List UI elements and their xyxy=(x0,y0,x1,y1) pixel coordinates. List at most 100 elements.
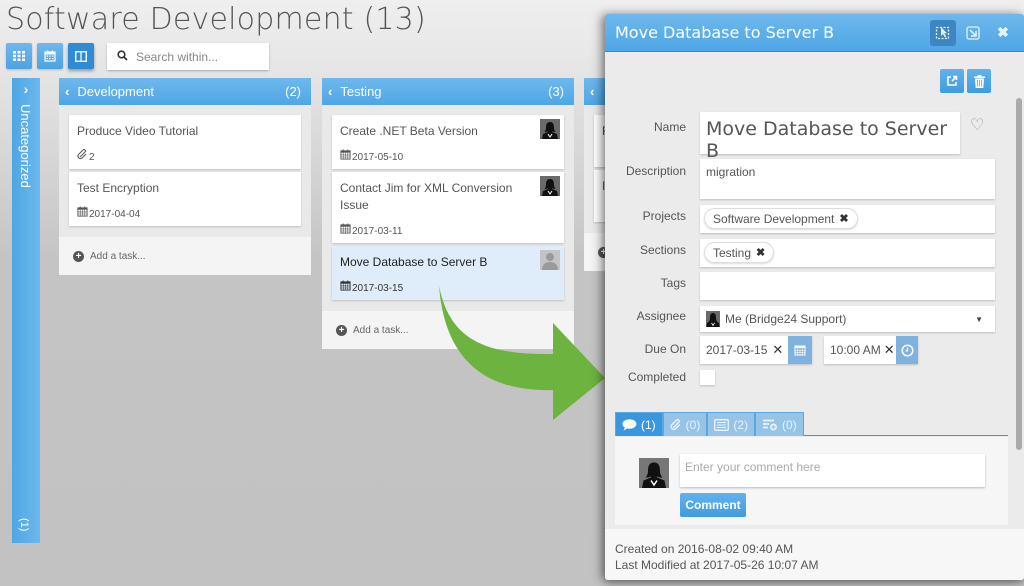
panel-header: Move Database to Server B ✖ xyxy=(605,14,1024,52)
column-title: Development xyxy=(77,84,154,99)
search-icon xyxy=(117,49,128,64)
task-card[interactable]: Contact Jim for XML Conversion Issue 201… xyxy=(332,172,564,243)
collapse-chevron-icon[interactable]: ‹ xyxy=(590,84,594,99)
search-box[interactable] xyxy=(107,43,269,70)
calendar-icon xyxy=(77,206,88,220)
task-card[interactable]: Create .NET Beta Version 2017-05-10 xyxy=(332,115,564,169)
commenter-avatar xyxy=(639,458,669,488)
section-chip: Testing ✖ xyxy=(704,242,775,263)
completed-checkbox[interactable] xyxy=(700,370,715,385)
detail-tabs: (1) (0) (2) (0) xyxy=(615,412,1008,436)
task-card[interactable]: Test Encryption 2017-04-04 xyxy=(69,172,301,226)
collapse-chevron-icon[interactable]: ‹ xyxy=(65,84,69,99)
due-date: 2017-03-11 xyxy=(352,226,403,237)
tab-count: (1) xyxy=(641,417,656,432)
tab-count: (0) xyxy=(685,417,701,432)
uncategorized-column[interactable]: › Uncategorized (1) xyxy=(12,78,40,543)
task-card[interactable]: Produce Video Tutorial 2 xyxy=(69,115,301,169)
column-body: Produce Video Tutorial 2 Test Encryption… xyxy=(59,105,311,237)
clear-date-icon[interactable]: ✕ xyxy=(772,342,783,358)
open-external-button[interactable] xyxy=(940,69,964,93)
projects-input[interactable]: Software Development ✖ xyxy=(700,205,995,233)
task-detail-panel: Move Database to Server B ✖ Name Move Da… xyxy=(605,14,1024,580)
dropdown-caret-icon: ▼ xyxy=(975,315,983,324)
plus-circle-icon: + xyxy=(336,324,347,336)
due-on-label: Due On xyxy=(644,342,686,356)
sections-label: Sections xyxy=(639,243,686,257)
close-button[interactable]: ✖ xyxy=(990,20,1016,46)
task-title: Create .NET Beta Version xyxy=(340,124,478,138)
add-task-label: Add a task... xyxy=(353,324,409,336)
favorite-heart-icon[interactable]: ♡ xyxy=(970,115,984,135)
description-input[interactable]: migration xyxy=(700,159,995,199)
clock-icon xyxy=(900,343,914,357)
search-input[interactable] xyxy=(136,49,261,64)
user-avatar xyxy=(540,176,560,196)
add-task-label: Add a task... xyxy=(90,250,146,262)
popout-button[interactable] xyxy=(960,20,986,46)
comment-input[interactable] xyxy=(680,454,985,487)
select-cursor-icon xyxy=(935,26,950,39)
calendar-icon xyxy=(794,345,806,356)
name-input[interactable]: Move Database to Server B xyxy=(700,112,960,162)
tags-input[interactable] xyxy=(700,272,995,300)
date-picker-button[interactable] xyxy=(788,336,812,364)
panel-footer: Created on 2016-08-02 09:40 AM Last Modi… xyxy=(605,529,1024,580)
chip-label: Testing xyxy=(713,245,752,260)
panel-title: Move Database to Server B xyxy=(615,23,835,42)
due-date: 2017-04-04 xyxy=(89,209,141,220)
sections-input[interactable]: Testing ✖ xyxy=(700,239,995,267)
task-title: Test Encryption xyxy=(77,181,160,195)
due-date-input[interactable]: 2017-03-15 ✕ xyxy=(700,336,812,364)
close-icon: ✖ xyxy=(997,24,1009,40)
tab-notes[interactable]: (2) xyxy=(707,412,756,436)
comment-button[interactable]: Comment xyxy=(680,493,746,517)
task-title: Contact Jim for XML Conversion Issue xyxy=(340,181,513,212)
time-picker-button[interactable] xyxy=(896,336,918,364)
grid-view-button[interactable] xyxy=(6,43,32,69)
tab-comments[interactable]: (1) xyxy=(615,412,663,436)
calendar-view-button[interactable] xyxy=(37,43,63,69)
page-title: Software Development (13) xyxy=(6,2,426,37)
assignee-label: Assignee xyxy=(636,309,686,323)
due-date-value: 2017-03-15 xyxy=(706,343,768,357)
tab-count: (0) xyxy=(782,417,797,432)
external-window-icon xyxy=(966,25,980,40)
due-date: 2017-03-15 xyxy=(352,283,404,294)
column-title: Testing xyxy=(340,84,382,99)
due-date: 2017-05-10 xyxy=(352,152,404,163)
tags-label: Tags xyxy=(660,276,686,290)
expand-chevron-icon[interactable]: › xyxy=(12,81,40,97)
board-view-button[interactable] xyxy=(68,43,94,69)
subtask-icon xyxy=(763,419,778,430)
remove-chip-icon[interactable]: ✖ xyxy=(839,212,848,225)
add-task-button[interactable]: + Add a task... xyxy=(322,311,574,349)
chip-label: Software Development xyxy=(713,211,835,226)
collapse-chevron-icon[interactable]: ‹ xyxy=(328,84,332,99)
delete-button[interactable] xyxy=(967,69,991,93)
due-time-value: 10:00 AM xyxy=(830,343,881,357)
add-task-button[interactable]: + Add a task... xyxy=(59,237,311,275)
panel-scrollbar[interactable] xyxy=(1016,98,1022,450)
column-development: ‹ Development (2) Produce Video Tutorial… xyxy=(59,78,311,275)
plus-circle-icon: + xyxy=(73,250,84,262)
column-header[interactable]: ‹ Testing (3) xyxy=(322,78,574,105)
completed-label: Completed xyxy=(627,370,686,384)
tab-subtasks[interactable]: (0) xyxy=(755,412,804,436)
task-card-selected[interactable]: Move Database to Server B 2017-03-15 xyxy=(332,246,564,300)
calendar-icon xyxy=(340,149,351,163)
remove-chip-icon[interactable]: ✖ xyxy=(756,246,765,259)
due-time-input[interactable]: 10:00 AM ✕ xyxy=(824,336,918,364)
select-mode-button[interactable] xyxy=(930,19,956,46)
column-body: Create .NET Beta Version 2017-05-10 Cont… xyxy=(322,105,574,311)
projects-label: Projects xyxy=(642,209,686,223)
placeholder-avatar xyxy=(540,250,560,270)
clear-time-icon[interactable]: ✕ xyxy=(884,342,895,358)
project-chip: Software Development ✖ xyxy=(704,208,858,229)
comments-tab-content: Comment xyxy=(615,437,1008,525)
calendar-icon xyxy=(340,280,351,294)
tab-attachments[interactable]: (0) xyxy=(662,412,708,436)
assignee-select[interactable]: Me (Bridge24 Support) ▼ xyxy=(700,306,995,332)
column-header[interactable]: ‹ Development (2) xyxy=(59,78,311,105)
calendar-icon xyxy=(340,223,351,237)
